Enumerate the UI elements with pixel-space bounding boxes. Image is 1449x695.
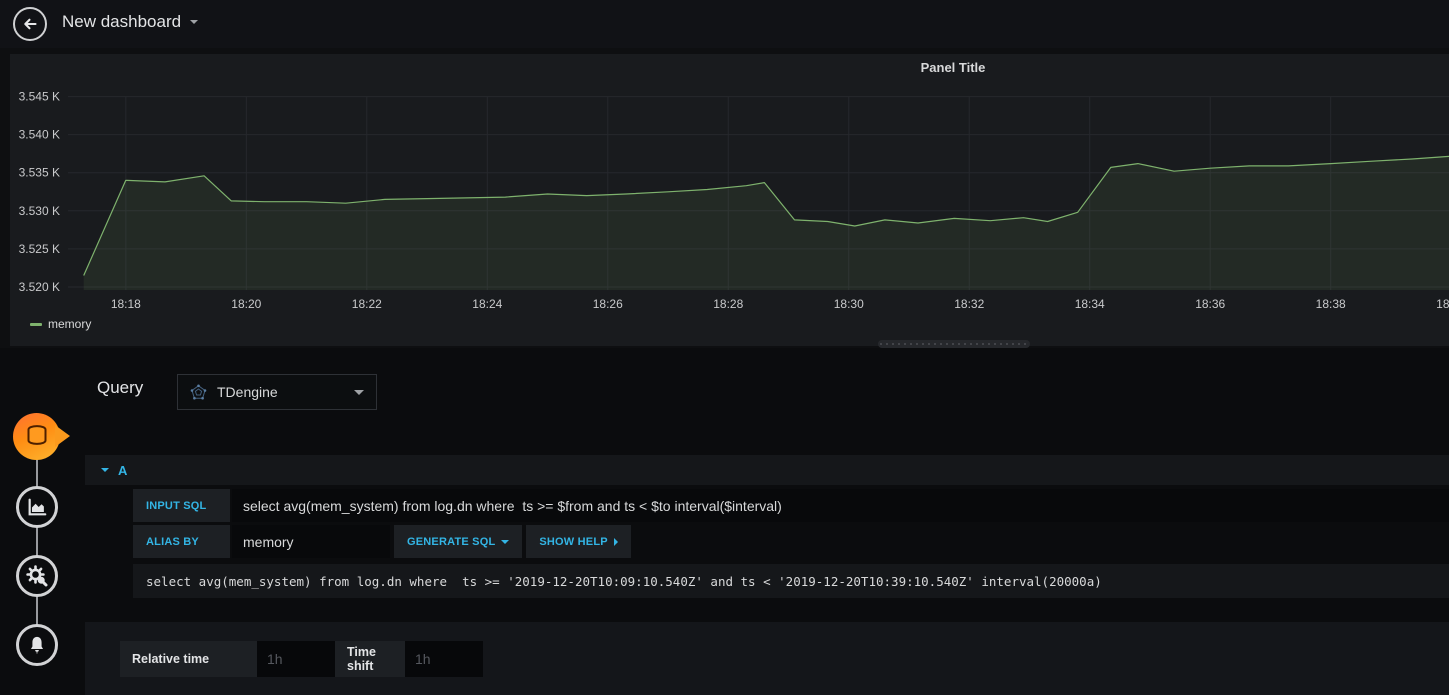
query-heading: Query	[97, 378, 144, 397]
query-header: Query TDengine	[97, 374, 377, 410]
alias-by-field[interactable]	[232, 525, 390, 558]
dashboard-title-dropdown[interactable]: New dashboard	[62, 12, 199, 32]
x-tick-label: 18:32	[954, 297, 984, 311]
gear-icon	[26, 565, 48, 587]
collapse-caret-icon	[101, 468, 109, 472]
bell-icon	[30, 636, 44, 654]
legend-item[interactable]: memory	[30, 317, 91, 331]
legend-series-color-icon	[30, 322, 42, 326]
time-shift-input[interactable]	[405, 641, 483, 677]
chevron-down-icon	[354, 389, 364, 395]
x-tick-label: 18:30	[834, 297, 864, 311]
generate-sql-button[interactable]: GENERATE SQL	[394, 525, 523, 558]
y-tick-label: 3.535 K	[19, 166, 60, 180]
x-tick-label: 18:38	[1316, 297, 1346, 311]
panel-resize-handle[interactable]	[878, 340, 1030, 348]
relative-time-input[interactable]	[257, 641, 335, 677]
x-tick-label: 18:24	[472, 297, 502, 311]
show-help-button[interactable]: SHOW HELP	[526, 525, 631, 558]
y-tick-label: 3.530 K	[19, 204, 60, 218]
time-shift-group: Time shift	[335, 641, 483, 677]
datasource-name: TDengine	[217, 384, 278, 400]
x-tick-label: 18:18	[111, 297, 141, 311]
time-series-chart[interactable]: 3.545 K 3.540 K 3.535 K 3.530 K 3.525 K 3.520…	[10, 54, 1449, 346]
back-button[interactable]	[13, 7, 47, 41]
relative-time-group: Relative time	[120, 641, 335, 677]
x-tick-label: 18:28	[713, 297, 743, 311]
tab-visualization[interactable]	[16, 486, 58, 528]
relative-time-label: Relative time	[120, 641, 257, 677]
show-help-label: SHOW HELP	[539, 535, 608, 548]
alias-by-row: ALIAS BY GENERATE SQL SHOW HELP	[133, 525, 631, 558]
top-bar: New dashboard	[0, 0, 1449, 48]
time-shift-label: Time shift	[335, 641, 405, 677]
x-tick-label: 18:34	[1075, 297, 1105, 311]
tab-connector-line	[36, 455, 38, 647]
database-icon	[27, 425, 47, 445]
x-tick-label: 18:20	[231, 297, 261, 311]
generated-sql-text: select avg(mem_system) from log.dn where…	[146, 573, 1102, 589]
x-tick-label: 18:40	[1436, 297, 1449, 311]
y-tick-label: 3.520 K	[19, 280, 60, 294]
alias-by-label: ALIAS BY	[133, 525, 230, 558]
x-tick-label: 18:22	[352, 297, 382, 311]
input-sql-row: INPUT SQL	[133, 489, 1449, 522]
input-sql-label: INPUT SQL	[133, 489, 230, 522]
y-tick-label: 3.525 K	[19, 242, 60, 256]
tab-alert[interactable]	[16, 624, 58, 666]
tdengine-logo-icon	[190, 384, 207, 399]
y-tick-label: 3.540 K	[19, 128, 60, 142]
generate-sql-label: GENERATE SQL	[407, 535, 496, 548]
caret-right-icon	[613, 537, 618, 546]
chart-icon	[28, 498, 47, 516]
input-sql-field[interactable]	[232, 489, 1449, 522]
time-options-row: Relative time Time shift	[85, 622, 1449, 695]
query-ref-letter: A	[118, 462, 128, 478]
graph-panel: Panel Title 3.545 K 3.540 K 3.535 K 3.530 K…	[10, 54, 1449, 346]
x-tick-label: 18:36	[1195, 297, 1225, 311]
legend-series-label: memory	[48, 317, 92, 331]
tab-general-settings[interactable]	[16, 555, 58, 597]
dashboard-title: New dashboard	[62, 12, 182, 31]
query-ref-collapse-row[interactable]: A	[85, 455, 1449, 485]
series-area	[83, 156, 1449, 290]
arrow-left-icon	[24, 18, 37, 30]
generated-sql-preview: select avg(mem_system) from log.dn where…	[133, 564, 1449, 598]
y-tick-label: 3.545 K	[19, 90, 60, 104]
queries-blob-tail-icon	[55, 425, 70, 447]
datasource-select[interactable]: TDengine	[177, 374, 377, 410]
query-editor-section: Query TDengine A INPUT SQL ALIAS BY	[85, 360, 1449, 695]
chevron-down-icon	[190, 20, 199, 24]
caret-down-icon	[501, 539, 510, 544]
tab-queries[interactable]	[13, 413, 71, 461]
x-tick-label: 18:26	[593, 297, 623, 311]
